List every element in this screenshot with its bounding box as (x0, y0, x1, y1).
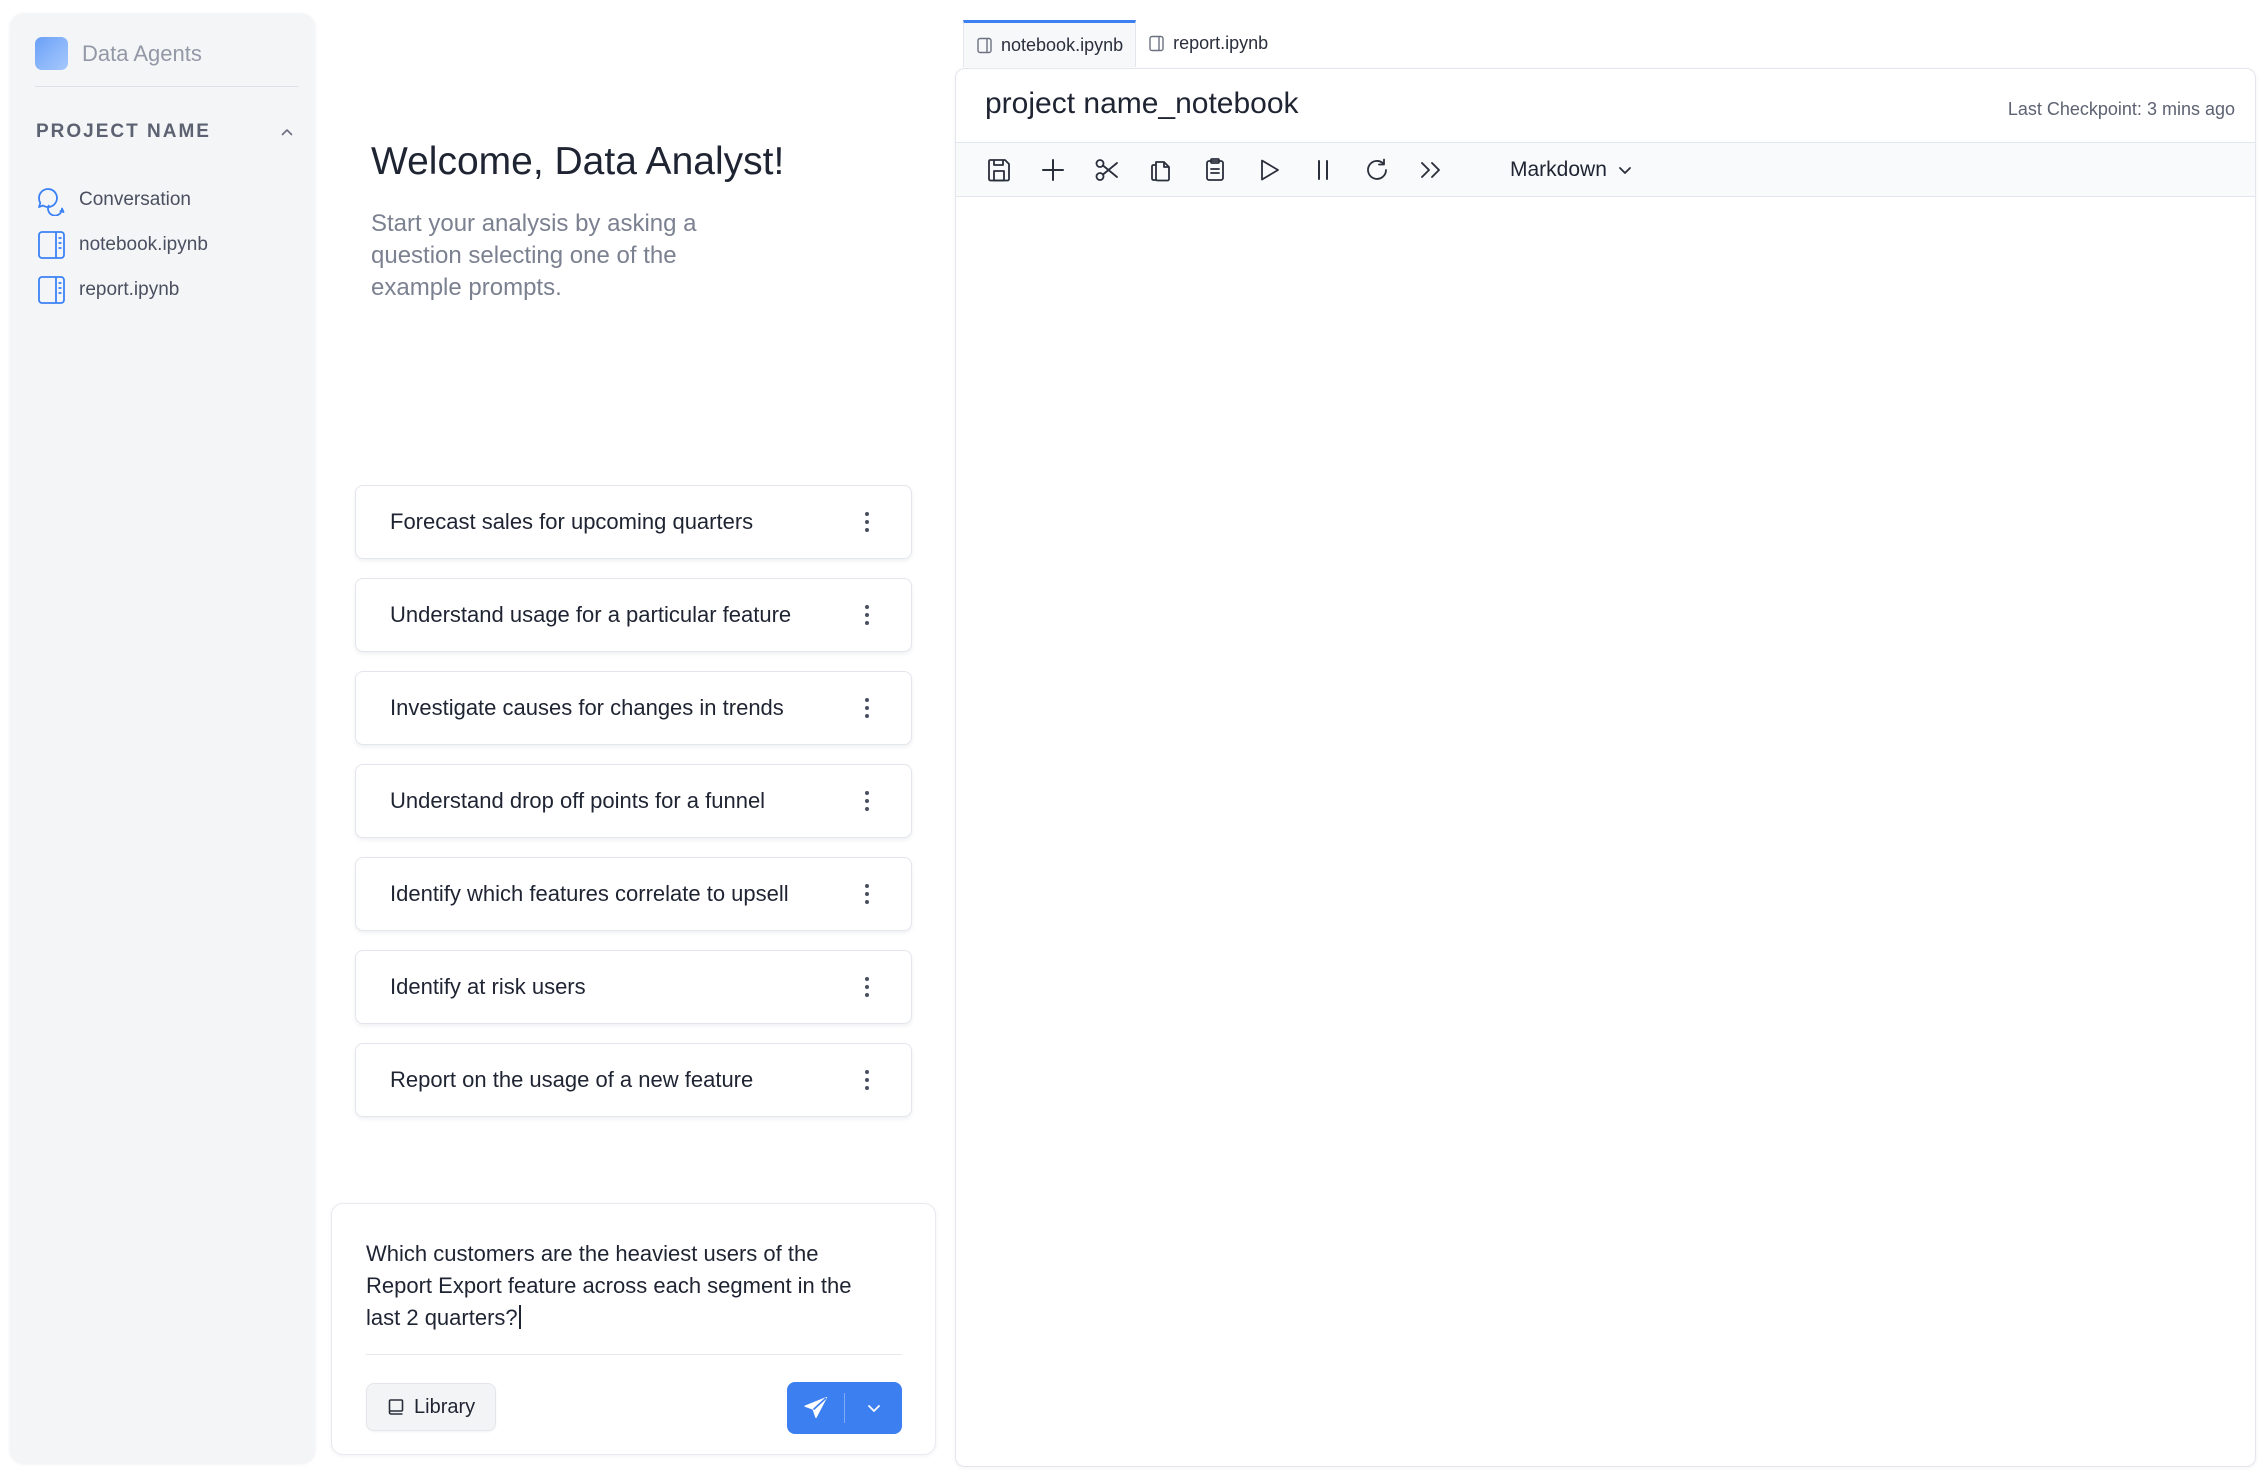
notebook-title[interactable]: project name_notebook (985, 87, 1299, 121)
notebook-icon (38, 275, 65, 304)
text-caret (518, 1305, 521, 1329)
chat-bubbles-icon (38, 187, 65, 216)
sidebar-item-label: notebook.ipynb (79, 233, 208, 255)
prompt-card[interactable]: Forecast sales for upcoming quarters (355, 485, 912, 559)
prompt-label: Understand usage for a particular featur… (390, 602, 792, 627)
message-composer: Which customers are the heaviest users o… (331, 1203, 936, 1455)
prompt-card[interactable]: Report on the usage of a new feature (355, 1043, 912, 1117)
divider (366, 1354, 902, 1355)
sidebar-item-notebook[interactable]: notebook.ipynb (35, 222, 208, 267)
brand-name: Data Agents (82, 40, 202, 66)
prompt-label: Identify which features correlate to ups… (390, 881, 789, 906)
add-cell-button[interactable] (1038, 155, 1068, 185)
interrupt-button[interactable] (1308, 155, 1338, 185)
notebook-panel: project name_notebook Last Checkpoint: 3… (955, 68, 2256, 1467)
sidebar-item-label: Conversation (79, 188, 191, 210)
more-options-icon[interactable] (859, 599, 875, 631)
tab-label: report.ipynb (1173, 33, 1269, 53)
tab-label: notebook.ipynb (1001, 34, 1124, 55)
notebook-icon (977, 37, 992, 53)
tab-notebook[interactable]: notebook.ipynb (963, 20, 1137, 67)
cell-type-value: Markdown (1510, 157, 1607, 181)
copy-icon (1151, 160, 1170, 181)
run-button[interactable] (1254, 155, 1284, 185)
prompt-label: Forecast sales for upcoming quarters (390, 509, 754, 534)
more-options-icon[interactable] (859, 692, 875, 724)
prompt-card[interactable]: Identify which features correlate to ups… (355, 857, 912, 931)
chevron-up-icon[interactable] (280, 125, 294, 139)
welcome-title: Welcome, Data Analyst! (371, 140, 785, 183)
sidebar-item-report[interactable]: report.ipynb (35, 267, 208, 312)
project-header[interactable]: PROJECT NAME (36, 121, 294, 143)
notebook-toolbar: Markdown (956, 143, 2255, 197)
prompt-label: Report on the usage of a new feature (390, 1067, 754, 1092)
prompt-card[interactable]: Understand usage for a particular featur… (355, 578, 912, 652)
send-button[interactable] (787, 1382, 844, 1434)
welcome-subtitle: Start your analysis by asking a question… (371, 210, 697, 301)
cut-button[interactable] (1092, 155, 1122, 185)
library-button-label: Library (414, 1395, 476, 1418)
more-options-icon[interactable] (859, 1064, 875, 1096)
clipboard-icon (1206, 157, 1224, 181)
sidebar-item-conversation[interactable]: Conversation (35, 177, 208, 222)
prompt-label: Understand drop off points for a funnel (390, 788, 766, 813)
restart-button[interactable] (1362, 155, 1392, 185)
copy-button[interactable] (1146, 155, 1176, 185)
message-input-value: Which customers are the heaviest users o… (366, 1241, 852, 1330)
send-options-button[interactable] (845, 1382, 902, 1434)
brand[interactable]: Data Agents (35, 37, 202, 70)
more-options-icon[interactable] (859, 506, 875, 538)
restart-icon (1367, 158, 1387, 180)
save-button[interactable] (984, 155, 1014, 185)
paste-button[interactable] (1200, 155, 1230, 185)
checkpoint-status: Last Checkpoint: 3 mins ago (2007, 99, 2235, 119)
prompt-card[interactable]: Investigate causes for changes in trends (355, 671, 912, 745)
sidebar-nav: Conversation notebook.ipynb report.ipynb (35, 177, 208, 312)
example-prompts: Forecast sales for upcoming quarters Und… (355, 485, 912, 1136)
chevron-down-icon (1618, 166, 1631, 174)
divider (35, 86, 298, 87)
more-options-icon[interactable] (859, 878, 875, 910)
tab-report[interactable]: report.ipynb (1136, 20, 1280, 67)
play-icon (1261, 159, 1279, 180)
more-options-icon[interactable] (859, 971, 875, 1003)
prompt-card[interactable]: Understand drop off points for a funnel (355, 764, 912, 838)
prompt-label: Investigate causes for changes in trends (390, 695, 784, 720)
run-all-button[interactable] (1416, 155, 1446, 185)
scissors-icon (1095, 158, 1118, 181)
cell-type-select[interactable]: Markdown (1510, 158, 1633, 182)
more-options-icon[interactable] (859, 785, 875, 817)
notebook-tabs: notebook.ipynb report.ipynb (963, 20, 1280, 67)
notebook-icon (38, 230, 65, 259)
notebook-header: project name_notebook Last Checkpoint: 3… (956, 69, 2255, 143)
paper-plane-icon (803, 1396, 827, 1419)
notebook-icon (1149, 35, 1164, 52)
prompt-card[interactable]: Identify at risk users (355, 950, 912, 1024)
app-root: Data Agents PROJECT NAME Conversation no… (0, 0, 2268, 1473)
book-icon (388, 1399, 404, 1415)
message-input[interactable]: Which customers are the heaviest users o… (366, 1238, 886, 1334)
library-button[interactable]: Library (366, 1383, 497, 1431)
save-icon (988, 158, 1010, 181)
prompt-label: Identify at risk users (390, 974, 586, 999)
project-name: PROJECT NAME (36, 121, 211, 142)
sidebar: Data Agents PROJECT NAME Conversation no… (10, 13, 315, 1463)
sidebar-item-label: report.ipynb (79, 278, 180, 300)
chevron-down-icon (867, 1405, 880, 1412)
brand-logo-icon (35, 37, 68, 70)
fast-forward-icon (1421, 161, 1440, 178)
pause-icon (1318, 159, 1328, 180)
plus-icon (1042, 158, 1064, 181)
send-button-group (787, 1382, 902, 1434)
